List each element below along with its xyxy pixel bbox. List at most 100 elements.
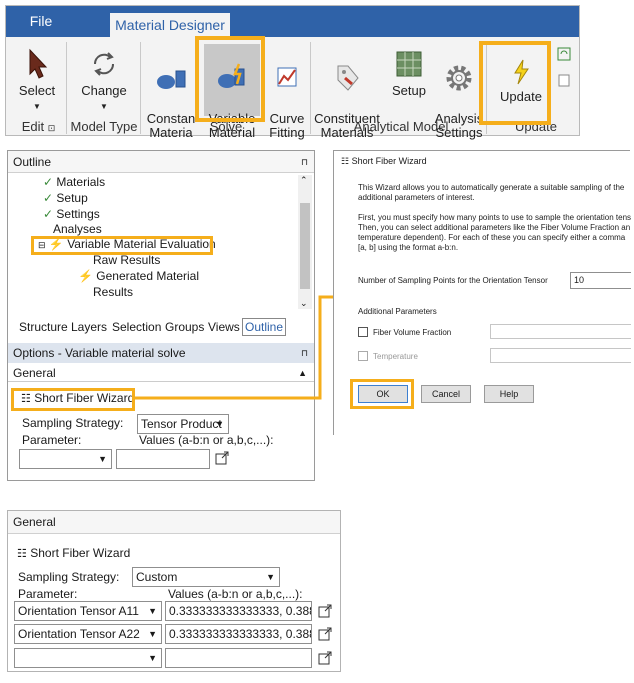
select-label: Select	[18, 83, 56, 98]
values-input[interactable]	[116, 449, 210, 469]
general-label: General	[13, 366, 56, 380]
fiber-input[interactable]	[490, 324, 631, 339]
gear-icon	[446, 65, 472, 91]
wizard-title: Short Fiber Wizard	[351, 156, 427, 166]
general-panel-title: General	[13, 515, 56, 529]
update-highlight	[479, 41, 551, 125]
additional-parameters-label: Additional Parameters	[358, 307, 437, 316]
wizard-description: This Wizard allows you to automatically …	[358, 183, 625, 192]
cancel-button[interactable]: Cancel	[421, 385, 471, 403]
values-label: Values (a-b:n or a,b,c,...):	[139, 433, 274, 447]
outline-header: Outline ⊓	[8, 151, 314, 173]
wizard-icon: ☷	[17, 548, 27, 560]
open-external-icon[interactable]	[215, 451, 229, 465]
tab-file[interactable]: File	[21, 6, 61, 37]
tab-material-designer[interactable]: Material Designer	[110, 13, 230, 38]
outline-title: Outline	[13, 155, 52, 169]
wizard-titlebar: ☷ Short Fiber Wizard	[334, 151, 630, 171]
mesh-cube-icon	[396, 51, 422, 77]
general-panel-header: General	[8, 511, 340, 534]
pin-icon[interactable]: ⊓	[301, 151, 308, 173]
general-panel: General ☷ Short Fiber Wizard Sampling St…	[7, 510, 341, 672]
check-icon: ✓	[43, 207, 57, 221]
constant-material-button[interactable]: Constan Materia	[146, 48, 196, 140]
select-button[interactable]: Select ▼	[12, 48, 62, 114]
variable-material-highlight	[195, 36, 265, 122]
wizard-description: temperature dependent). For each of thes…	[358, 233, 626, 242]
setup-label: Setup	[392, 83, 426, 98]
tree-item-analyses[interactable]: Analyses	[53, 222, 102, 236]
constant-material-label: Constan Materia	[146, 111, 196, 140]
scroll-up-icon[interactable]: ⌃	[300, 175, 308, 186]
chevron-down-icon: ▼	[266, 572, 275, 582]
group-model-type-label: Model Type	[70, 119, 138, 134]
values-input[interactable]	[165, 648, 312, 668]
parameter-label: Parameter:	[18, 587, 78, 601]
tab-layers[interactable]: Layers	[71, 320, 107, 334]
tree-item-setup[interactable]: ✓ Setup	[43, 191, 88, 205]
scrollbar-thumb[interactable]	[300, 203, 310, 289]
ribbon-tab-bar: File Material Designer	[6, 6, 579, 38]
change-label: Change	[81, 83, 127, 98]
tag-icon	[337, 65, 359, 91]
chevron-down-icon: ▼	[148, 606, 157, 616]
sampling-strategy-select[interactable]: Custom ▼	[132, 567, 280, 587]
curve-fitting-button[interactable]: Curve Fitting	[266, 48, 308, 140]
group-edit-label: Edit ⊡	[21, 119, 56, 134]
tree-item-generated-material[interactable]: ⚡ Generated Material	[78, 269, 199, 283]
sampling-strategy-select[interactable]: Tensor Product ▼	[137, 414, 229, 434]
points-label: Number of Sampling Points for the Orient…	[358, 276, 548, 285]
variable-evaluation-highlight	[31, 236, 213, 255]
wizard-description: [a, b] using the format a-b:n.	[358, 243, 459, 252]
fiber-checkbox[interactable]	[358, 327, 368, 337]
wizard-description: additional parameters of interest.	[358, 193, 475, 202]
chevron-down-icon: ▼	[148, 653, 157, 663]
tree-item-materials[interactable]: ✓ Materials	[43, 175, 105, 189]
fiber-label: Fiber Volume Fraction	[373, 328, 452, 337]
short-fiber-wizard-link[interactable]: ☷ Short Fiber Wizard	[17, 546, 130, 560]
temperature-checkbox[interactable]	[358, 351, 368, 361]
small-refresh-icon[interactable]	[554, 46, 574, 65]
open-external-icon[interactable]	[318, 651, 332, 665]
chevron-down-icon: ▼	[215, 419, 224, 429]
values-input[interactable]: 0.333333333333333, 0.3888	[165, 624, 312, 644]
ribbon-separator	[66, 42, 67, 134]
values-input[interactable]: 0.333333333333333, 0.3888	[165, 601, 312, 621]
check-icon: ✓	[43, 191, 57, 205]
wizard-link-highlight	[11, 388, 135, 411]
chevron-down-icon: ▼	[98, 454, 107, 464]
points-input[interactable]: 10	[570, 272, 631, 289]
tree-item-raw-results[interactable]: Raw Results	[93, 253, 160, 267]
open-external-icon[interactable]	[318, 604, 332, 618]
parameter-select[interactable]: Orientation Tensor A11 ▼	[14, 601, 162, 621]
tab-structure[interactable]: Structure	[19, 320, 68, 334]
parameter-select[interactable]: ▼	[19, 449, 112, 469]
material-cubes-icon	[157, 70, 186, 89]
curve-fitting-label: Curve Fitting	[269, 111, 305, 140]
temperature-input[interactable]	[490, 348, 631, 363]
tree-item-settings[interactable]: ✓ Settings	[43, 207, 100, 221]
connector-arrow	[135, 289, 354, 400]
sampling-strategy-label: Sampling Strategy:	[18, 570, 120, 584]
check-icon: ✓	[43, 175, 57, 189]
help-button[interactable]: Help	[484, 385, 534, 403]
wizard-description: First, you must specify how many points …	[358, 213, 632, 222]
tree-item-results[interactable]: Results	[93, 285, 133, 299]
sampling-strategy-label: Sampling Strategy:	[22, 416, 124, 430]
setup-button[interactable]: Setup	[387, 48, 431, 98]
ribbon-separator	[310, 42, 311, 134]
values-label: Values (a-b:n or a,b,c,...):	[168, 587, 303, 601]
ribbon-separator	[140, 42, 141, 134]
temperature-label: Temperature	[373, 352, 418, 361]
change-button[interactable]: Change ▼	[76, 48, 132, 114]
group-analytical-model-label: Analytical Model	[353, 119, 449, 134]
small-copy-icon[interactable]	[554, 72, 574, 91]
parameter-select[interactable]: ▼	[14, 648, 162, 668]
wizard-icon: ☷	[341, 156, 350, 166]
parameter-select[interactable]: Orientation Tensor A22 ▼	[14, 624, 162, 644]
parameter-label: Parameter:	[22, 433, 82, 447]
lightning-icon: ⚡	[78, 269, 93, 283]
open-external-icon[interactable]	[318, 627, 332, 641]
chevron-down-icon: ▼	[148, 629, 157, 639]
ok-highlight	[350, 379, 414, 409]
